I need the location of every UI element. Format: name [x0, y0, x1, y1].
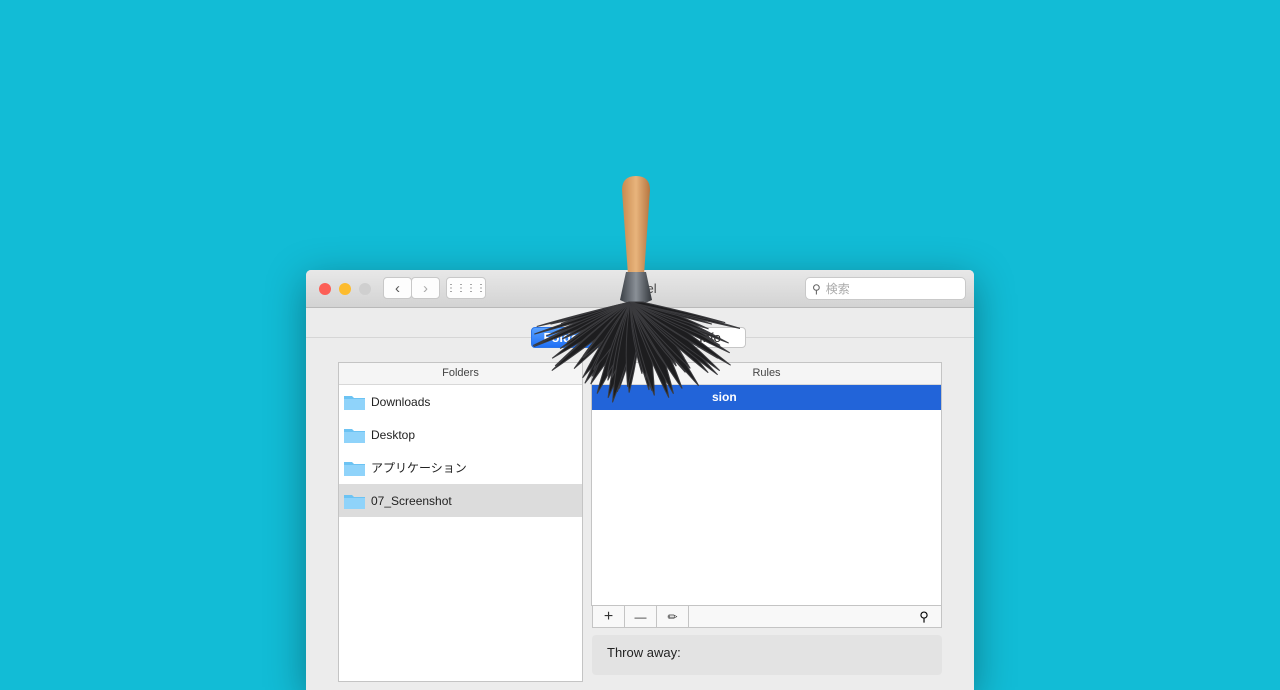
downloads-folder-icon — [343, 393, 366, 411]
folder-name: 07_Screenshot — [371, 494, 452, 508]
desktop-folder-icon — [343, 426, 366, 444]
plus-icon: + — [604, 608, 613, 626]
folder-name: アプリケーション — [371, 459, 467, 476]
folder-row[interactable]: アプリケーション — [339, 451, 582, 484]
folder-icon — [343, 492, 366, 510]
throw-away-label: Throw away: — [607, 645, 681, 660]
folder-row[interactable]: 07_Screenshot — [339, 484, 582, 517]
search-field[interactable]: ⚲ 検索 — [805, 277, 966, 300]
search-icon: ⚲ — [812, 282, 821, 296]
search-placeholder: 検索 — [826, 280, 850, 297]
hazel-duster-logo — [530, 170, 740, 450]
remove-rule-button[interactable]: — — [625, 606, 657, 627]
rules-toolbar: + — ✏ ⚲ — [592, 605, 942, 628]
preview-rule-button[interactable]: ⚲ — [907, 606, 941, 627]
search-icon: ⚲ — [919, 609, 929, 625]
folder-name: Downloads — [371, 395, 430, 409]
edit-rule-button[interactable]: ✏ — [657, 606, 689, 627]
add-rule-button[interactable]: + — [593, 606, 625, 627]
minus-icon: — — [635, 610, 647, 624]
applications-folder-icon — [343, 459, 366, 477]
throw-away-section: Throw away: — [592, 635, 942, 675]
folder-name: Desktop — [371, 428, 415, 442]
pencil-icon: ✏ — [667, 610, 677, 624]
